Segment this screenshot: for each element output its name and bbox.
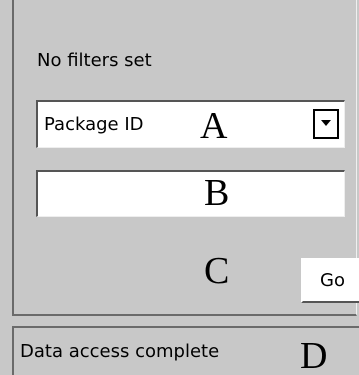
chevron-down-icon — [321, 120, 331, 126]
go-button[interactable]: Go — [301, 258, 359, 303]
annotation-marker-c: C — [204, 250, 230, 292]
field-select-value: Package ID — [44, 114, 144, 135]
filter-value-input[interactable] — [36, 170, 345, 217]
annotation-marker-b: B — [204, 172, 230, 214]
search-window: No filters set Package ID Go Data access… — [0, 0, 359, 375]
dropdown-arrow-button[interactable] — [313, 109, 339, 139]
filter-panel: No filters set Package ID Go — [12, 0, 359, 316]
field-select[interactable]: Package ID — [36, 100, 345, 148]
annotation-marker-a: A — [200, 105, 228, 147]
filter-status-label: No filters set — [37, 50, 152, 71]
status-text: Data access complete — [20, 341, 220, 362]
annotation-marker-d: D — [300, 335, 328, 375]
